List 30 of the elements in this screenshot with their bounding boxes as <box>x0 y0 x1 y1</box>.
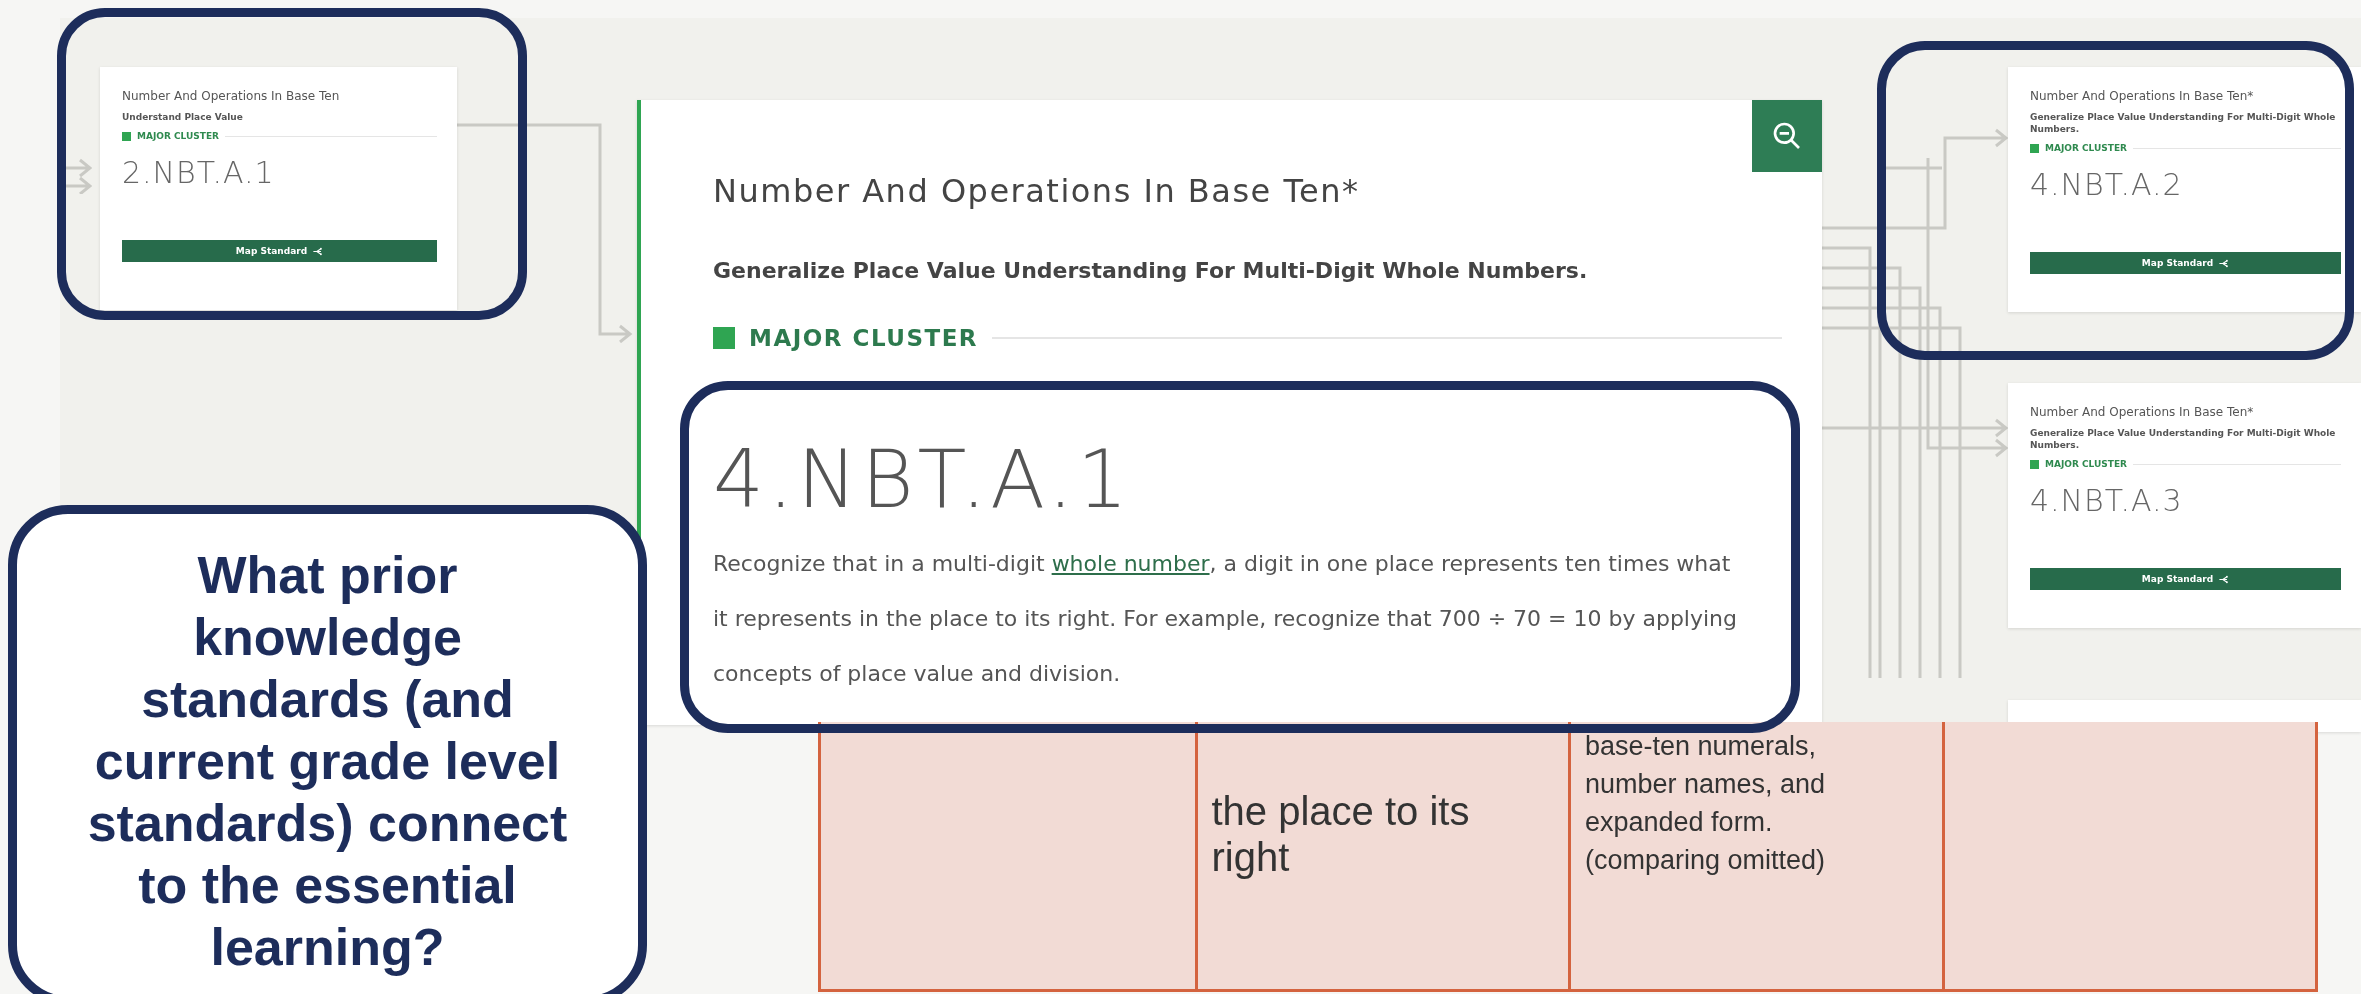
cluster-label: MAJOR CLUSTER <box>2045 459 2127 469</box>
map-standard-button[interactable]: Map Standard <box>2030 568 2341 590</box>
cluster-title: Generalize Place Value Understanding For Multi-Digit Whole Numbers. <box>2030 427 2337 451</box>
cluster-square-icon <box>2030 143 2039 153</box>
card-title: Number And Operations In Base Ten <box>122 89 341 103</box>
question-text: What prior knowledge standards (and current grade level standards) connect to the essential learning? <box>86 545 569 978</box>
cluster-title: Generalize Place Value Understanding For Multi-Digit Whole Numbers. <box>713 258 1589 283</box>
network-icon <box>2218 574 2230 584</box>
standard-description: Recognize that in a multi-digit whole number, a digit in one place represents ten times what it represents in the place to its right. For example, recognize that 700 ÷ 70 = 10 by applying concepts of place value and division. <box>713 550 1738 688</box>
cluster-square-icon <box>713 327 735 349</box>
standard-code: 4.NBT.A.1 <box>713 433 1133 526</box>
cluster-square-icon <box>2030 459 2039 469</box>
map-standard-button[interactable]: Map Standard <box>2030 252 2341 274</box>
card-title: Number And Operations In Base Ten* <box>2030 405 2255 419</box>
cluster-square-icon <box>122 131 131 141</box>
cluster-title: Generalize Place Value Understanding For Multi-Digit Whole Numbers. <box>2030 111 2337 135</box>
card-title: Number And Operations In Base Ten* <box>713 172 1361 210</box>
standard-code: 2.NBT.A.1 <box>122 155 276 190</box>
glossary-link[interactable]: whole number <box>1051 551 1210 576</box>
cluster-title: Understand Place Value <box>122 111 244 123</box>
network-icon <box>2218 258 2230 268</box>
cluster-label: MAJOR CLUSTER <box>137 131 219 141</box>
network-icon <box>312 246 324 256</box>
cluster-label: MAJOR CLUSTER <box>2045 143 2127 153</box>
cluster-label: MAJOR CLUSTER <box>749 325 979 351</box>
standard-code: 4.NBT.A.3 <box>2030 483 2184 518</box>
zoom-out-button[interactable] <box>1752 100 1822 172</box>
standard-code: 4.NBT.A.2 <box>2030 167 2184 202</box>
map-standard-button[interactable]: Map Standard <box>122 240 437 262</box>
card-title: Number And Operations In Base Ten* <box>2030 89 2255 103</box>
